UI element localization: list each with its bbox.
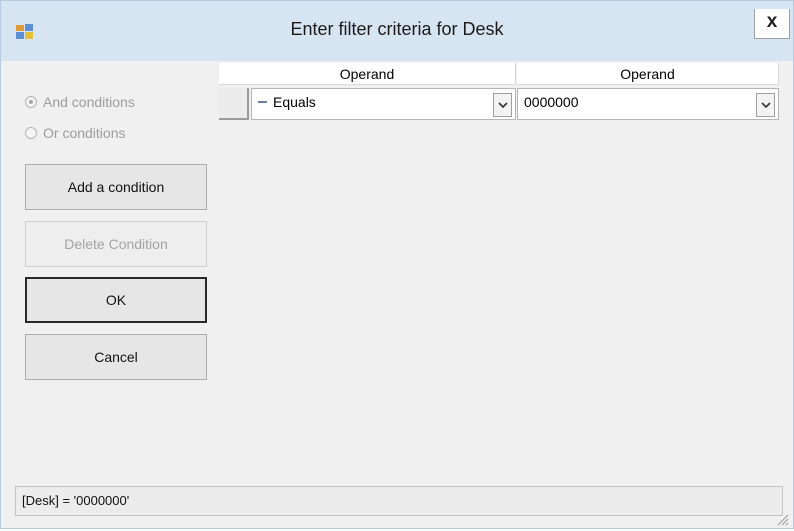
operator-cell[interactable]: Equals bbox=[251, 88, 516, 120]
window-title: Enter filter criteria for Desk bbox=[290, 19, 504, 39]
filter-dialog: Enter filter criteria for Desk x And con… bbox=[0, 0, 794, 529]
chevron-down-icon bbox=[761, 102, 771, 109]
and-conditions-radio[interactable]: And conditions bbox=[25, 92, 135, 112]
and-conditions-label: And conditions bbox=[43, 94, 135, 110]
filter-expression: [Desk] = '0000000' bbox=[15, 486, 783, 516]
value-text: 0000000 bbox=[524, 94, 579, 110]
column-header-operator[interactable]: Operand bbox=[219, 63, 516, 85]
chevron-down-icon bbox=[498, 102, 508, 109]
or-conditions-label: Or conditions bbox=[43, 125, 126, 141]
dialog-body: And conditions Or conditions Add a condi… bbox=[9, 61, 785, 522]
value-dropdown-button[interactable] bbox=[756, 93, 775, 117]
value-cell[interactable]: 0000000 bbox=[517, 88, 779, 120]
column-header-value[interactable]: Operand bbox=[517, 63, 779, 85]
operator-dropdown-button[interactable] bbox=[493, 93, 512, 117]
operator-text: Equals bbox=[273, 94, 316, 110]
close-icon: x bbox=[766, 11, 778, 32]
close-button[interactable]: x bbox=[754, 9, 790, 39]
title-bar: Enter filter criteria for Desk x bbox=[1, 1, 793, 61]
row-selector[interactable] bbox=[219, 88, 249, 120]
add-condition-button[interactable]: Add a condition bbox=[25, 164, 207, 210]
radio-checked-icon bbox=[25, 96, 37, 108]
delete-condition-button[interactable]: Delete Condition bbox=[25, 221, 207, 267]
dash-icon bbox=[258, 101, 267, 104]
operator-value: Equals bbox=[258, 94, 316, 110]
ok-button[interactable]: OK bbox=[25, 277, 207, 323]
resize-grip-icon[interactable] bbox=[775, 512, 789, 526]
or-conditions-radio[interactable]: Or conditions bbox=[25, 123, 125, 143]
cancel-button[interactable]: Cancel bbox=[25, 334, 207, 380]
radio-unchecked-icon bbox=[25, 127, 37, 139]
